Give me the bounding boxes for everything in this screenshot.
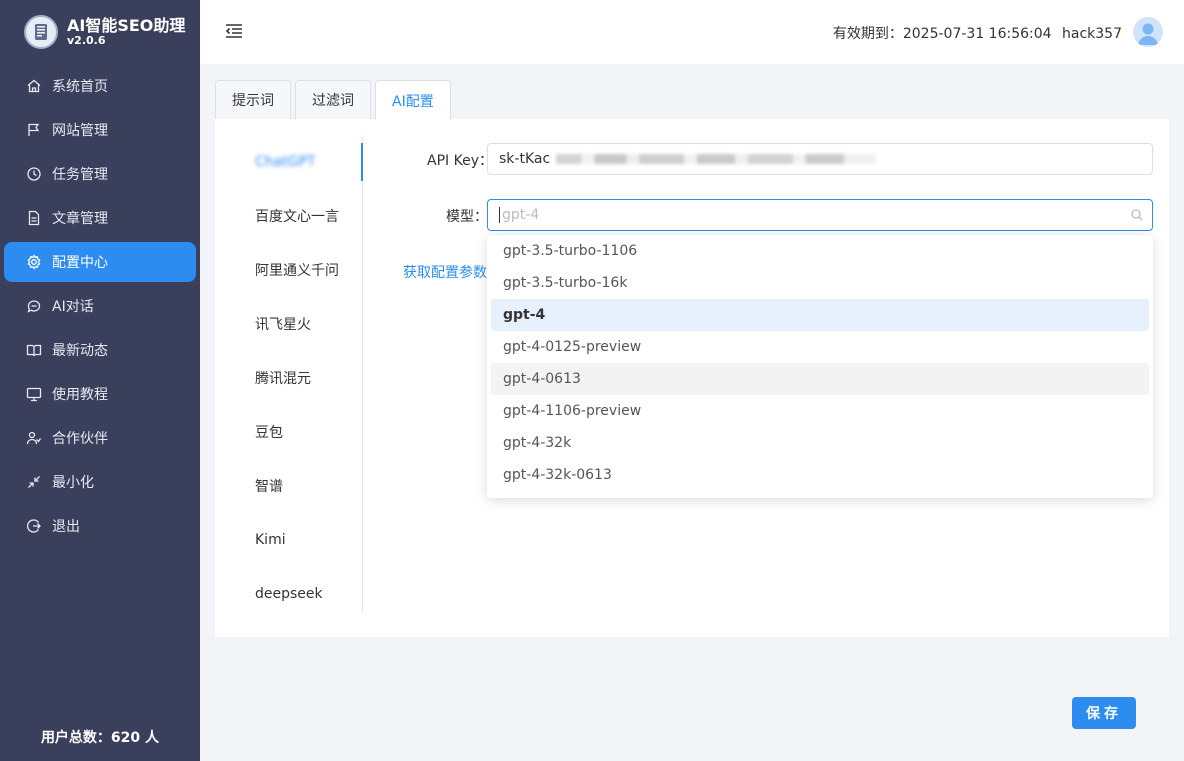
username[interactable]: hack357	[1062, 26, 1122, 42]
provider-item-chatgpt[interactable]: ChatGPT	[215, 135, 362, 189]
api-key-input[interactable]: sk-tKac	[487, 143, 1153, 175]
sidebar-item-home[interactable]: 系统首页	[4, 66, 196, 106]
sidebar-item-label: 使用教程	[52, 387, 108, 403]
tab-prompts[interactable]: 提示词	[215, 80, 291, 119]
redacted-key	[556, 154, 877, 164]
provider-label: Kimi	[255, 532, 286, 548]
provider-item-xinghuo[interactable]: 讯飞星火	[215, 297, 362, 351]
provider-item-wenxin[interactable]: 百度文心一言	[215, 189, 362, 243]
model-option[interactable]: gpt-3.5-turbo-16k	[491, 267, 1149, 299]
users-icon	[26, 430, 42, 446]
sidebar-item-label: 最小化	[52, 475, 94, 491]
sidebar-item-news[interactable]: 最新动态	[4, 330, 196, 370]
sidebar-item-tutorial[interactable]: 使用教程	[4, 374, 196, 414]
model-option-selected[interactable]: gpt-4	[491, 299, 1149, 331]
sidebar-item-label: 网站管理	[52, 123, 108, 139]
provider-item-tongyi[interactable]: 阿里通义千问	[215, 243, 362, 297]
sidebar: AI智能SEO助理 v2.0.6 系统首页 网站管理 任务管理 文章管理 配置中…	[0, 0, 200, 761]
menu-fold-icon[interactable]	[224, 21, 244, 41]
sidebar-item-ai-chat[interactable]: AI对话	[4, 286, 196, 326]
sidebar-item-label: 任务管理	[52, 167, 108, 183]
active-indicator	[361, 143, 363, 181]
monitor-icon	[26, 386, 42, 402]
user-count: 用户总数：620 人	[40, 730, 160, 746]
sidebar-item-label: 系统首页	[52, 79, 108, 95]
provider-label: 百度文心一言	[255, 209, 339, 225]
provider-item-doubao[interactable]: 豆包	[215, 405, 362, 459]
sidebar-item-label: 配置中心	[52, 255, 108, 271]
save-button[interactable]: 保存	[1072, 697, 1136, 729]
api-key-value: sk-tKac	[499, 151, 551, 167]
sidebar-item-minimize[interactable]: 最小化	[4, 462, 196, 502]
brand: AI智能SEO助理 v2.0.6	[24, 14, 185, 50]
book-open-icon	[26, 342, 42, 358]
provider-label: 讯飞星火	[255, 317, 311, 333]
model-option[interactable]: gpt-4-0125-preview	[491, 331, 1149, 363]
search-icon	[1130, 208, 1144, 222]
logout-icon	[26, 518, 42, 534]
flag-icon	[26, 122, 42, 138]
document-icon	[26, 210, 42, 226]
provider-label: 智谱	[255, 479, 283, 495]
tab-filter-words[interactable]: 过滤词	[295, 80, 371, 119]
provider-item-deepseek[interactable]: deepseek	[215, 567, 362, 621]
api-key-label: API Key：	[427, 153, 493, 169]
model-select[interactable]: gpt-4	[487, 199, 1153, 231]
clock-icon	[26, 166, 42, 182]
user-avatar-icon[interactable]	[1133, 17, 1163, 47]
sidebar-item-sites[interactable]: 网站管理	[4, 110, 196, 150]
provider-item-hunyuan[interactable]: 腾讯混元	[215, 351, 362, 405]
model-option[interactable]: gpt-4-32k-0613	[491, 459, 1149, 491]
sidebar-item-label: 退出	[52, 519, 80, 535]
home-icon	[26, 78, 42, 94]
sidebar-item-partners[interactable]: 合作伙伴	[4, 418, 196, 458]
gear-icon	[26, 254, 42, 270]
sidebar-nav: 系统首页 网站管理 任务管理 文章管理 配置中心 AI对话 最新动态 使用教程	[0, 66, 200, 550]
sidebar-item-label: AI对话	[52, 299, 94, 315]
book-icon	[24, 15, 58, 49]
provider-list: ChatGPT 百度文心一言 阿里通义千问 讯飞星火 腾讯混元 豆包 智谱 Ki…	[215, 135, 363, 613]
chat-icon	[26, 298, 42, 314]
sidebar-item-config[interactable]: 配置中心	[4, 242, 196, 282]
model-option[interactable]: gpt-3.5-turbo-1106	[491, 235, 1149, 267]
provider-item-kimi[interactable]: Kimi	[215, 513, 362, 567]
top-header: 有效期到：2025-07-31 16:56:04 hack357	[200, 0, 1184, 64]
model-option[interactable]: gpt-4-1106-preview	[491, 395, 1149, 427]
app-version: v2.0.6	[67, 33, 106, 47]
provider-label: 腾讯混元	[255, 371, 311, 387]
provider-item-zhipu[interactable]: 智谱	[215, 459, 362, 513]
provider-label: 豆包	[255, 425, 283, 441]
minimize-icon	[26, 474, 42, 490]
get-config-link[interactable]: 获取配置参数	[403, 262, 487, 282]
model-dropdown: gpt-3.5-turbo-1106 gpt-3.5-turbo-16k gpt…	[487, 235, 1153, 498]
text-caret	[499, 207, 500, 223]
expiry-text: 有效期到：2025-07-31 16:56:04	[832, 26, 1052, 42]
model-placeholder: gpt-4	[502, 207, 540, 223]
sidebar-item-tasks[interactable]: 任务管理	[4, 154, 196, 194]
provider-label: 阿里通义千问	[255, 263, 339, 279]
provider-label: ChatGPT	[255, 154, 316, 170]
model-label: 模型：	[446, 209, 488, 225]
model-option[interactable]: gpt-4-32k	[491, 427, 1149, 459]
sidebar-item-logout[interactable]: 退出	[4, 506, 196, 546]
app-title: AI智能SEO助理	[67, 15, 186, 35]
tab-ai-config[interactable]: AI配置	[375, 80, 451, 120]
sidebar-item-label: 最新动态	[52, 343, 108, 359]
config-tabs: 提示词 过滤词 AI配置	[215, 80, 455, 120]
header-user-info: 有效期到：2025-07-31 16:56:04 hack357	[833, 23, 1122, 43]
sidebar-item-articles[interactable]: 文章管理	[4, 198, 196, 238]
sidebar-item-label: 文章管理	[52, 211, 108, 227]
model-option-hovered[interactable]: gpt-4-0613	[491, 363, 1149, 395]
provider-label: deepseek	[255, 586, 323, 602]
sidebar-item-label: 合作伙伴	[52, 431, 108, 447]
